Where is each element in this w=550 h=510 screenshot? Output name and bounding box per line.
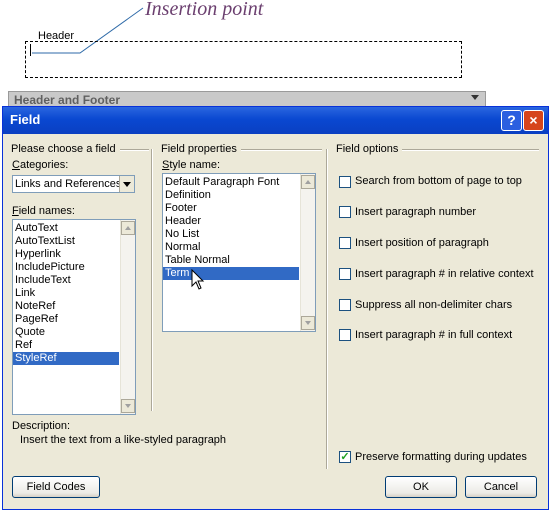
list-item[interactable]: PageRef [13,313,119,326]
checkmark-icon: ✓ [340,451,350,463]
arrow-up-icon [305,180,311,184]
chevron-down-icon [123,182,131,187]
option-label: Suppress all non-delimiter chars [355,299,513,311]
list-item[interactable]: IncludeText [13,274,119,287]
option-checkbox[interactable] [339,237,351,249]
list-item[interactable]: AutoTextList [13,235,119,248]
option-label: Insert paragraph # in full context [355,329,513,341]
insertion-caret [30,44,31,56]
help-icon: ? [507,112,516,128]
list-item[interactable]: Quote [13,326,119,339]
header-footer-toolbar-title: Header and Footer [14,93,121,107]
insertion-point-callout: Insertion point [145,0,264,20]
list-item[interactable]: Normal [163,241,299,254]
scroll-down-button[interactable] [301,316,315,330]
list-item[interactable]: AutoText [13,222,119,235]
list-item[interactable]: Table Normal [163,254,299,267]
style-name-label: Style name: [162,159,221,171]
field-names-list[interactable]: AutoText AutoTextList Hyperlink IncludeP… [12,219,136,415]
categories-label: Categories: [12,159,69,171]
style-name-scrollbar[interactable] [300,174,315,331]
field-codes-button[interactable]: Field Codes [12,476,100,498]
dialog-title-bar[interactable] [3,107,548,134]
option-checkbox[interactable] [339,299,351,311]
left-separator [151,149,153,411]
field-codes-button-label: Field Codes [26,481,86,493]
list-item-selected[interactable]: StyleRef [13,352,119,365]
list-item[interactable]: Hyperlink [13,248,119,261]
ok-button-label: OK [413,481,429,493]
option-checkbox[interactable] [339,206,351,218]
option-checkbox[interactable] [339,268,351,280]
list-item[interactable]: Ref [13,339,119,352]
option-checkbox[interactable] [339,176,351,188]
close-button[interactable]: × [523,110,544,131]
preserve-formatting-checkbox[interactable]: ✓ [339,451,351,463]
list-item[interactable]: NoteRef [13,300,119,313]
option-label: Insert position of paragraph [355,237,489,249]
field-names-scrollbar[interactable] [120,220,135,414]
field-names-label: Field names: [12,205,75,217]
right-group-title: Field options [336,143,403,155]
list-item-selected[interactable]: Term [163,267,299,280]
close-icon: × [529,112,538,128]
list-item[interactable]: Definition [163,189,299,202]
option-label: Insert paragraph # in relative context [355,268,534,280]
toolbar-options-arrow-icon[interactable] [471,95,479,100]
description-text: Insert the text from a like-styled parag… [20,434,227,446]
list-item[interactable]: Default Paragraph Font [163,176,299,189]
scroll-up-button[interactable] [121,221,135,235]
header-area[interactable] [25,41,462,78]
list-item[interactable]: Link [13,287,119,300]
left-group-title: Please choose a field [11,143,120,155]
option-checkbox[interactable] [339,329,351,341]
option-label: Insert paragraph number [355,206,477,218]
scroll-down-button[interactable] [121,399,135,413]
middle-separator [326,149,328,469]
help-button[interactable]: ? [501,110,522,131]
option-label: Search from bottom of page to top [355,175,522,187]
list-item[interactable]: No List [163,228,299,241]
scroll-up-button[interactable] [301,175,315,189]
middle-group-title: Field properties [161,143,241,155]
arrow-up-icon [125,226,131,230]
style-name-list[interactable]: Default Paragraph Font Definition Footer… [162,173,316,332]
dialog-title: Field [10,112,41,127]
arrow-down-icon [125,404,131,408]
cancel-button-label: Cancel [483,481,519,493]
cancel-button[interactable]: Cancel [465,476,537,498]
description-label: Description: [12,420,71,432]
categories-value: Links and References [15,178,122,190]
list-item[interactable]: Header [163,215,299,228]
mouse-pointer-icon [191,269,205,290]
header-area-label: Header [38,30,75,42]
arrow-down-icon [305,321,311,325]
list-item[interactable]: IncludePicture [13,261,119,274]
list-item[interactable]: Footer [163,202,299,215]
preserve-formatting-label: Preserve formatting during updates [355,451,527,463]
ok-button[interactable]: OK [385,476,457,498]
